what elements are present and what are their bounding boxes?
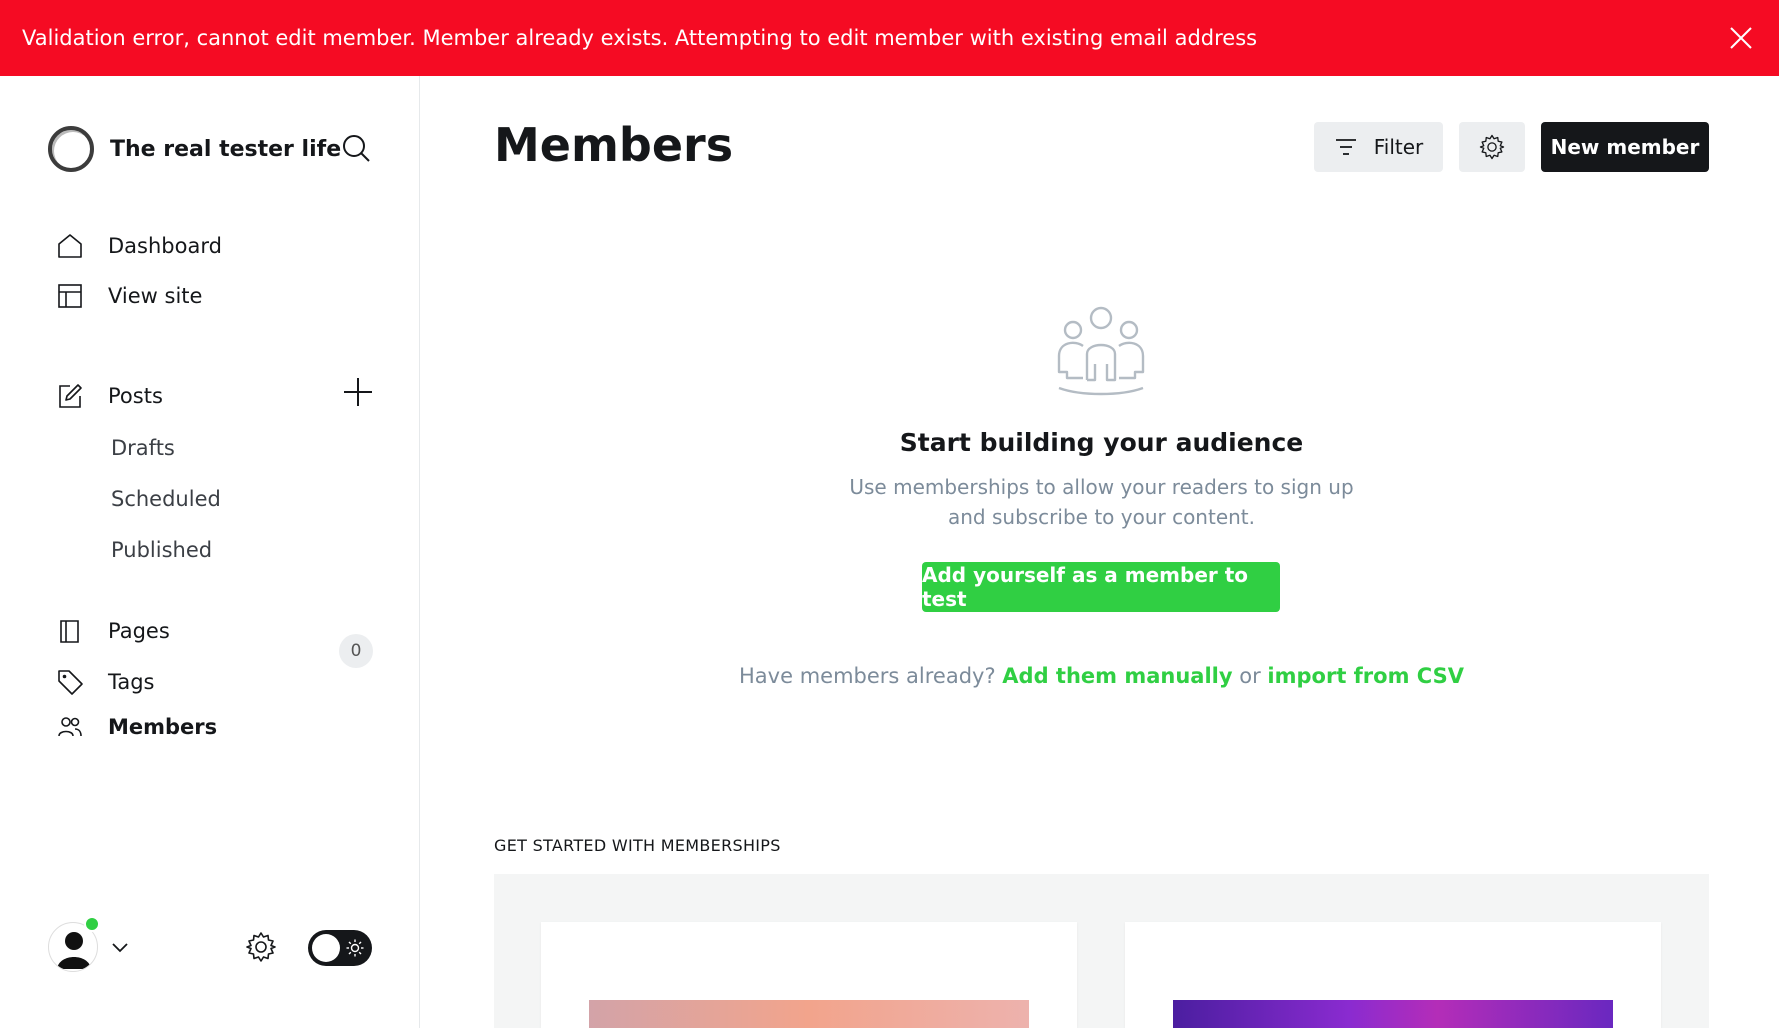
error-alert: Validation error, cannot edit member. Me… (0, 0, 1779, 76)
add-yourself-button[interactable]: Add yourself as a member to test (922, 562, 1280, 612)
sidebar-item-members[interactable]: Members (56, 707, 217, 747)
site-logo (48, 126, 94, 172)
page-icon (60, 620, 79, 643)
new-member-button[interactable]: New member (1541, 122, 1709, 172)
chevron-down-icon[interactable] (110, 940, 130, 956)
gear-icon (1479, 134, 1505, 160)
empty-state-text: Use memberships to allow your readers to… (849, 475, 1354, 529)
site-name: The real tester life (110, 136, 342, 162)
sidebar-item-drafts[interactable]: Drafts (111, 430, 175, 466)
sidebar-item-label: Dashboard (108, 234, 222, 258)
add-post-icon[interactable] (342, 376, 374, 408)
page-title: Members (494, 118, 734, 172)
filter-button[interactable]: Filter (1314, 122, 1443, 172)
empty-state-title: Start building your audience (899, 428, 1304, 457)
import-csv-link[interactable]: import from CSV (1267, 664, 1464, 688)
sidebar-item-view-site[interactable]: View site (56, 276, 202, 316)
sidebar-item-pages[interactable]: Pages (56, 611, 170, 651)
sidebar-item-tags[interactable]: Tags (56, 662, 155, 702)
layout-icon (58, 284, 82, 308)
filter-icon (1335, 139, 1356, 155)
sidebar-item-label: Pages (108, 619, 170, 643)
sidebar: The real tester life Dashboard View site… (0, 76, 420, 1028)
theme-toggle[interactable] (308, 930, 372, 966)
members-icon (58, 717, 82, 737)
or-text: or (1239, 664, 1261, 688)
gear-icon[interactable] (244, 930, 278, 964)
filter-label: Filter (1373, 135, 1424, 159)
import-prompt: Have members already? Add them manually … (494, 664, 1709, 688)
error-message: Validation error, cannot edit member. Me… (22, 26, 1258, 50)
edit-icon (59, 384, 82, 408)
sidebar-item-label: View site (108, 284, 203, 308)
get-started-card[interactable] (541, 922, 1077, 1028)
tag-icon (58, 670, 83, 695)
sidebar-item-scheduled[interactable]: Scheduled (111, 481, 221, 517)
card-image (1173, 1000, 1613, 1028)
sidebar-item-dashboard[interactable]: Dashboard (56, 226, 222, 266)
site-brand[interactable]: The real tester life (48, 126, 341, 172)
close-icon[interactable] (1727, 24, 1755, 52)
card-image (589, 1000, 1029, 1028)
search-icon[interactable] (340, 132, 372, 164)
sidebar-item-posts[interactable]: Posts (56, 376, 163, 416)
sidebar-item-label: Tags (108, 670, 155, 694)
home-icon (58, 234, 82, 258)
sidebar-item-label: Members (108, 715, 218, 739)
sun-icon (346, 939, 364, 957)
get-started-card[interactable] (1125, 922, 1661, 1028)
import-prompt-text: Have members already? (739, 664, 996, 688)
sidebar-item-label: Posts (108, 384, 163, 408)
online-status-dot (84, 916, 100, 932)
members-count-badge: 0 (339, 634, 373, 668)
toggle-knob (312, 934, 340, 962)
sidebar-item-published[interactable]: Published (111, 532, 212, 568)
add-manually-link[interactable]: Add them manually (1002, 664, 1232, 688)
audience-icon (1057, 306, 1145, 396)
members-settings-button[interactable] (1459, 122, 1525, 172)
get-started-title: GET STARTED WITH MEMBERSHIPS (494, 836, 781, 855)
